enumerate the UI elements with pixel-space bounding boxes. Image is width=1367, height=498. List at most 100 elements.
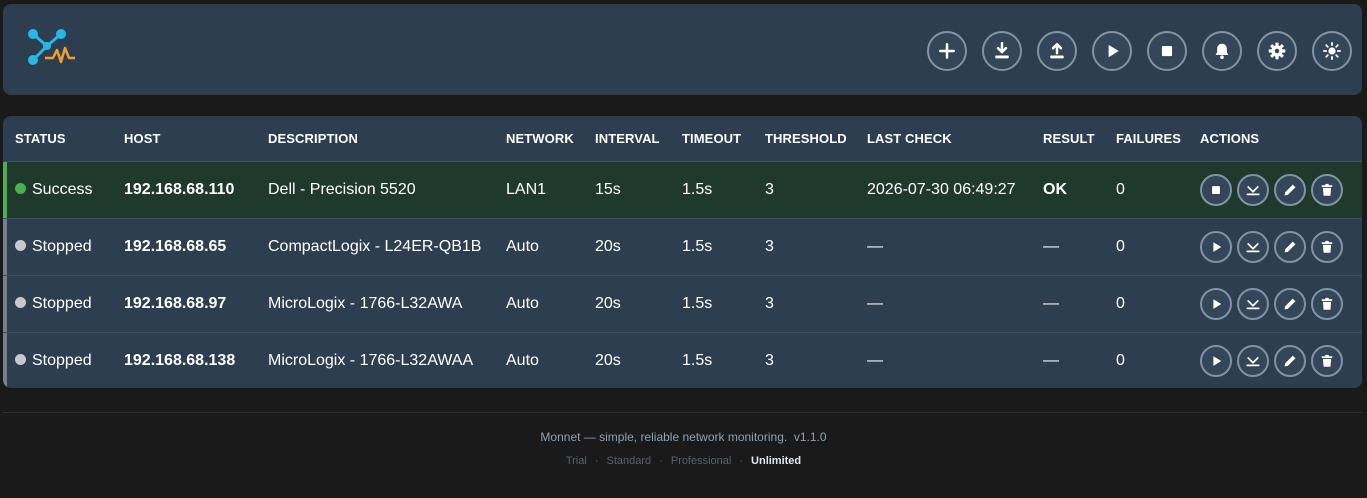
notifications-button[interactable] bbox=[1202, 31, 1242, 71]
status-dot bbox=[15, 353, 26, 365]
footer-version: v1.1.0 bbox=[793, 430, 827, 444]
plan-separator: · bbox=[739, 455, 744, 467]
interval-cell: 20s bbox=[595, 351, 621, 369]
status-dot bbox=[15, 296, 26, 308]
delete-button[interactable] bbox=[1311, 230, 1343, 263]
status-dot bbox=[15, 239, 26, 251]
stop-button[interactable] bbox=[1200, 173, 1232, 206]
delete-button[interactable] bbox=[1311, 344, 1343, 377]
actions-cell bbox=[1188, 275, 1362, 332]
description-cell: MicroLogix - 1766-L32AWAA bbox=[268, 351, 474, 369]
last-check-cell: 2026-07-30 06:49:27 bbox=[867, 180, 1016, 198]
network-cell: LAN1 bbox=[506, 180, 547, 198]
actions-cell bbox=[1188, 218, 1362, 275]
start-button[interactable] bbox=[1200, 287, 1232, 320]
table-row: Success 192.168.68.110 Dell - Precision … bbox=[3, 161, 1362, 218]
chevron-down-bar-icon bbox=[1246, 299, 1260, 309]
status-text: Stopped bbox=[32, 294, 92, 312]
start-all-button[interactable] bbox=[1092, 31, 1132, 71]
plan-unlimited[interactable]: Unlimited bbox=[751, 455, 801, 467]
start-button[interactable] bbox=[1200, 344, 1232, 377]
column-header-actions: ACTIONS bbox=[1200, 130, 1260, 146]
table-row: Stopped 192.168.68.97 MicroLogix - 1766-… bbox=[3, 275, 1362, 332]
column-header-status[interactable]: STATUS bbox=[3, 116, 112, 161]
status-cell: Stopped bbox=[3, 275, 112, 332]
play-icon bbox=[1108, 44, 1119, 58]
trash-icon bbox=[1321, 354, 1333, 367]
export-button[interactable] bbox=[1037, 31, 1077, 71]
trash-icon bbox=[1321, 297, 1333, 310]
upload-icon bbox=[1050, 43, 1064, 59]
download-icon bbox=[995, 42, 1009, 59]
column-header-timeout[interactable]: TIMEOUT bbox=[670, 116, 753, 161]
hosts-table-panel: STATUS HOST DESCRIPTION NETWORK INTERVAL… bbox=[3, 116, 1362, 388]
play-icon bbox=[1213, 241, 1222, 252]
edit-button[interactable] bbox=[1274, 344, 1306, 377]
footer-tagline: Monnet — simple, reliable network monito… bbox=[540, 430, 788, 444]
theme-toggle-button[interactable] bbox=[1312, 31, 1352, 71]
status-text: Stopped bbox=[32, 351, 92, 369]
pencil-icon bbox=[1284, 184, 1296, 195]
chevron-down-bar-icon bbox=[1246, 356, 1260, 366]
app-header bbox=[3, 4, 1362, 95]
result-cell: — bbox=[1043, 294, 1059, 312]
actions-cell bbox=[1188, 332, 1362, 388]
import-button[interactable] bbox=[982, 31, 1022, 71]
table-row: Stopped 192.168.68.65 CompactLogix - L24… bbox=[3, 218, 1362, 275]
column-header-network[interactable]: NETWORK bbox=[494, 116, 583, 161]
chevron-down-bar-icon bbox=[1246, 185, 1260, 195]
plan-trial[interactable]: Trial bbox=[566, 455, 587, 467]
plan-professional[interactable]: Professional bbox=[671, 455, 732, 467]
timeout-cell: 1.5s bbox=[682, 180, 713, 198]
threshold-cell: 3 bbox=[765, 237, 774, 255]
delete-button[interactable] bbox=[1311, 287, 1343, 320]
column-header-last-check[interactable]: LAST CHECK bbox=[855, 116, 1031, 161]
host-cell: 192.168.68.65 bbox=[124, 237, 227, 255]
interval-cell: 20s bbox=[595, 237, 621, 255]
description-cell: MicroLogix - 1766-L32AWA bbox=[268, 294, 463, 312]
result-cell: OK bbox=[1043, 180, 1067, 198]
last-check-cell: — bbox=[867, 351, 883, 369]
stop-all-button[interactable] bbox=[1147, 31, 1187, 71]
column-header-result[interactable]: RESULT bbox=[1031, 116, 1104, 161]
edit-button[interactable] bbox=[1274, 230, 1306, 263]
footer-divider bbox=[3, 412, 1362, 413]
plan-separator: · bbox=[594, 455, 599, 467]
network-cell: Auto bbox=[506, 237, 539, 255]
column-header-description[interactable]: DESCRIPTION bbox=[256, 116, 494, 161]
timeout-cell: 1.5s bbox=[682, 237, 713, 255]
failures-cell: 0 bbox=[1116, 351, 1125, 369]
threshold-cell: 3 bbox=[765, 180, 774, 198]
column-header-interval[interactable]: INTERVAL bbox=[583, 116, 670, 161]
interval-cell: 15s bbox=[595, 180, 621, 198]
plan-standard[interactable]: Standard bbox=[606, 455, 651, 467]
toolbar bbox=[927, 31, 1352, 71]
status-cell: Stopped bbox=[3, 218, 112, 275]
column-header-failures[interactable]: FAILURES bbox=[1104, 116, 1188, 161]
network-cell: Auto bbox=[506, 294, 539, 312]
last-check-cell: — bbox=[867, 294, 883, 312]
settings-button[interactable] bbox=[1257, 31, 1297, 71]
sun-icon bbox=[1323, 42, 1341, 60]
edit-button[interactable] bbox=[1274, 287, 1306, 320]
host-cell: 192.168.68.110 bbox=[124, 180, 235, 198]
pencil-icon bbox=[1284, 241, 1296, 252]
chevron-down-bar-icon bbox=[1246, 242, 1260, 252]
plan-separator: · bbox=[659, 455, 663, 467]
threshold-cell: 3 bbox=[765, 351, 774, 369]
column-header-threshold[interactable]: THRESHOLD bbox=[753, 116, 855, 161]
check-now-button[interactable] bbox=[1237, 287, 1269, 320]
check-now-button[interactable] bbox=[1237, 230, 1269, 263]
status-cell: Success bbox=[3, 161, 112, 218]
add-host-button[interactable] bbox=[927, 31, 967, 71]
interval-cell: 20s bbox=[595, 294, 621, 312]
check-now-button[interactable] bbox=[1237, 344, 1269, 377]
result-cell: — bbox=[1043, 351, 1059, 369]
check-now-button[interactable] bbox=[1237, 173, 1269, 206]
start-button[interactable] bbox=[1200, 230, 1232, 263]
table-row: Stopped 192.168.68.138 MicroLogix - 1766… bbox=[3, 332, 1362, 388]
delete-button[interactable] bbox=[1311, 173, 1343, 206]
failures-cell: 0 bbox=[1116, 294, 1125, 312]
column-header-host[interactable]: HOST bbox=[112, 116, 256, 161]
edit-button[interactable] bbox=[1274, 173, 1306, 206]
